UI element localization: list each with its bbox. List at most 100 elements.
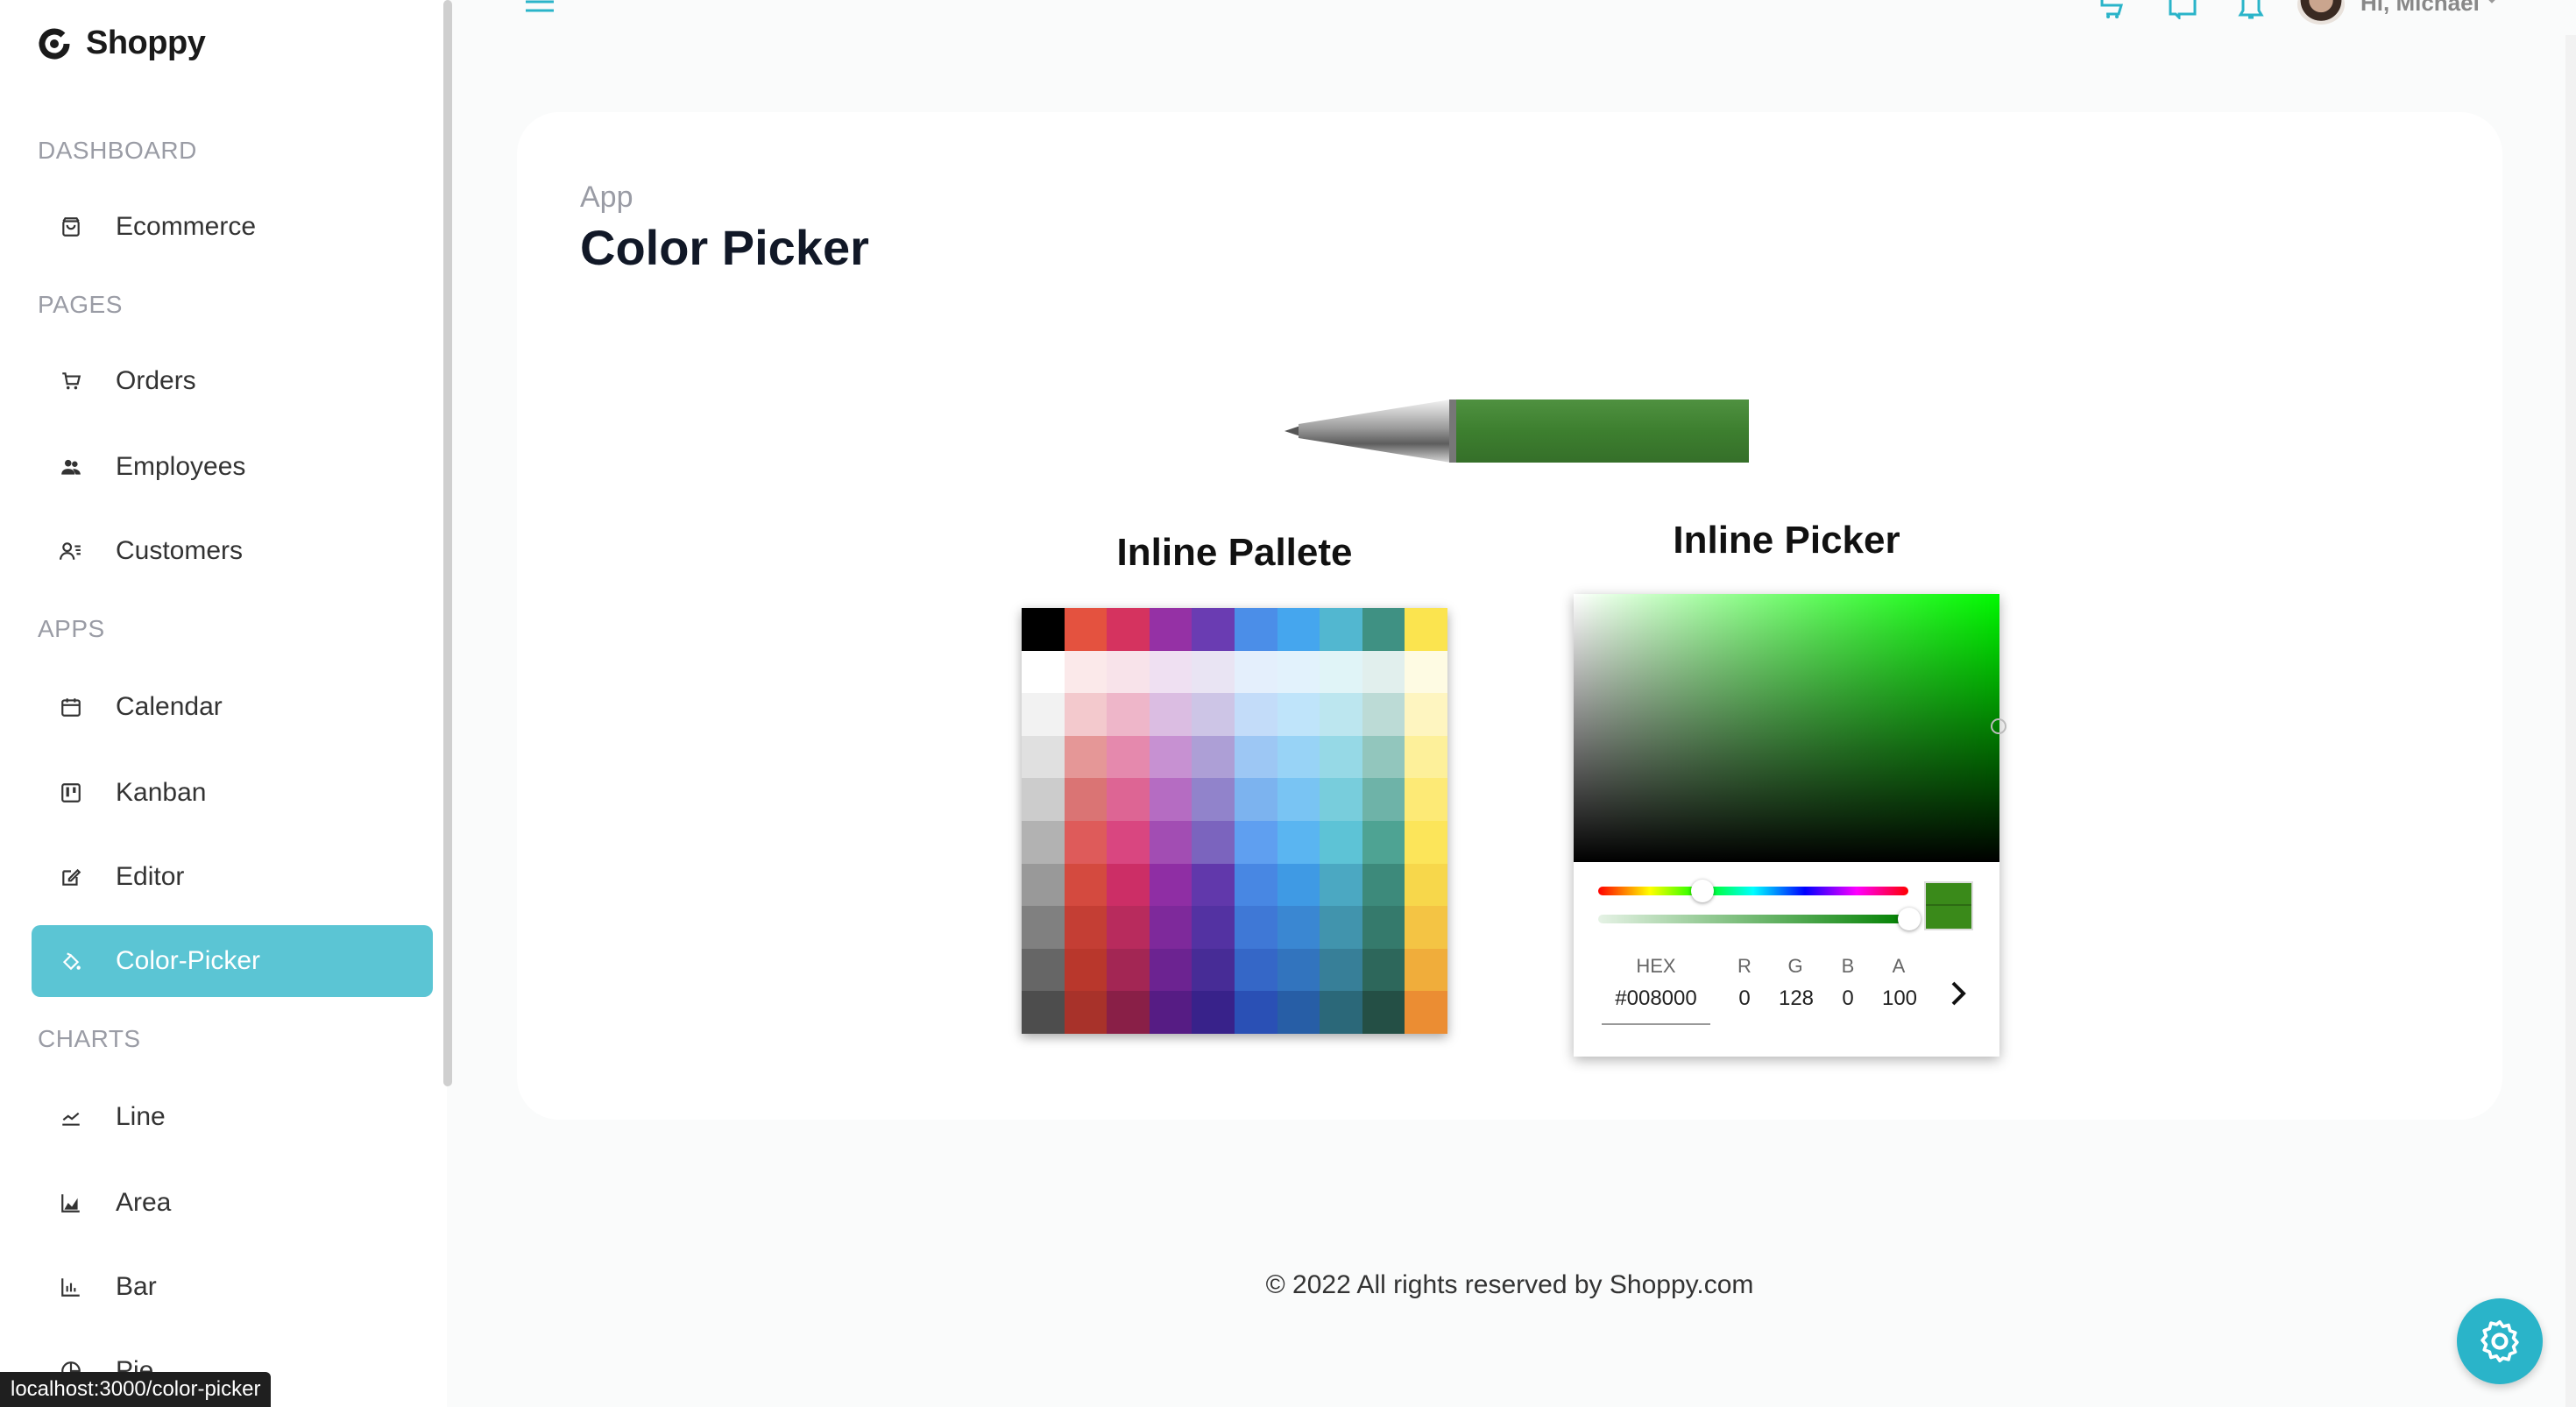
palette-swatch[interactable] bbox=[1405, 650, 1447, 694]
palette-swatch[interactable] bbox=[1192, 735, 1235, 779]
palette-swatch[interactable] bbox=[1022, 693, 1065, 736]
palette-swatch[interactable] bbox=[1362, 906, 1405, 949]
palette-swatch[interactable] bbox=[1320, 650, 1362, 694]
saturation-value-area[interactable] bbox=[1574, 594, 1999, 862]
palette-swatch[interactable] bbox=[1234, 863, 1277, 907]
palette-swatch[interactable] bbox=[1064, 778, 1108, 821]
palette-swatch[interactable] bbox=[1107, 693, 1150, 736]
palette-swatch[interactable] bbox=[1192, 863, 1235, 907]
palette-swatch[interactable] bbox=[1192, 991, 1235, 1034]
palette-swatch[interactable] bbox=[1192, 948, 1235, 992]
palette-swatch[interactable] bbox=[1064, 693, 1108, 736]
palette-swatch[interactable] bbox=[1277, 991, 1320, 1034]
chevron-right-icon[interactable] bbox=[1945, 976, 1971, 1011]
palette-swatch[interactable] bbox=[1022, 608, 1065, 651]
palette-swatch[interactable] bbox=[1107, 608, 1150, 651]
palette-swatch[interactable] bbox=[1192, 906, 1235, 949]
palette-swatch[interactable] bbox=[1277, 820, 1320, 864]
opacity-slider[interactable] bbox=[1598, 915, 1908, 923]
palette-swatch[interactable] bbox=[1234, 735, 1277, 779]
palette-swatch[interactable] bbox=[1107, 778, 1150, 821]
settings-button[interactable] bbox=[2457, 1298, 2543, 1384]
palette-swatch[interactable] bbox=[1234, 906, 1277, 949]
palette-swatch[interactable] bbox=[1362, 693, 1405, 736]
chat-icon[interactable] bbox=[2168, 0, 2197, 19]
palette-swatch[interactable] bbox=[1234, 820, 1277, 864]
palette-swatch[interactable] bbox=[1362, 735, 1405, 779]
palette-swatch[interactable] bbox=[1234, 650, 1277, 694]
palette-swatch[interactable] bbox=[1149, 991, 1192, 1034]
palette-swatch[interactable] bbox=[1149, 650, 1192, 694]
hue-slider-thumb[interactable] bbox=[1691, 880, 1714, 902]
palette-swatch[interactable] bbox=[1192, 650, 1235, 694]
palette-swatch[interactable] bbox=[1064, 650, 1108, 694]
sidebar-scrollbar[interactable] bbox=[443, 0, 452, 1086]
palette-swatch[interactable] bbox=[1022, 948, 1065, 992]
palette-swatch[interactable] bbox=[1107, 948, 1150, 992]
palette-swatch[interactable] bbox=[1107, 820, 1150, 864]
palette-swatch[interactable] bbox=[1362, 820, 1405, 864]
sidebar-item-orders[interactable]: Orders bbox=[32, 345, 433, 417]
palette-swatch[interactable] bbox=[1064, 906, 1108, 949]
palette-swatch[interactable] bbox=[1192, 778, 1235, 821]
palette-swatch[interactable] bbox=[1320, 608, 1362, 651]
palette-swatch[interactable] bbox=[1234, 608, 1277, 651]
palette-swatch[interactable] bbox=[1277, 650, 1320, 694]
palette-swatch[interactable] bbox=[1405, 991, 1447, 1034]
sidebar-item-ecommerce[interactable]: Ecommerce bbox=[32, 191, 433, 263]
palette-swatch[interactable] bbox=[1277, 906, 1320, 949]
palette-swatch[interactable] bbox=[1149, 735, 1192, 779]
palette-swatch[interactable] bbox=[1405, 693, 1447, 736]
color-palette[interactable] bbox=[1022, 608, 1447, 1034]
user-greeting[interactable]: Hi, Michael bbox=[2360, 0, 2480, 17]
palette-swatch[interactable] bbox=[1234, 778, 1277, 821]
palette-swatch[interactable] bbox=[1320, 820, 1362, 864]
palette-swatch[interactable] bbox=[1405, 735, 1447, 779]
palette-swatch[interactable] bbox=[1320, 906, 1362, 949]
palette-swatch[interactable] bbox=[1064, 948, 1108, 992]
palette-swatch[interactable] bbox=[1022, 820, 1065, 864]
palette-swatch[interactable] bbox=[1362, 778, 1405, 821]
hue-slider[interactable] bbox=[1598, 887, 1908, 895]
sidebar-item-calendar[interactable]: Calendar bbox=[32, 671, 433, 743]
chevron-down-icon[interactable] bbox=[2485, 0, 2499, 4]
palette-swatch[interactable] bbox=[1362, 650, 1405, 694]
palette-swatch[interactable] bbox=[1234, 948, 1277, 992]
sidebar-item-employees[interactable]: Employees bbox=[32, 431, 433, 503]
hex-input[interactable]: #008000 bbox=[1602, 986, 1710, 1011]
palette-swatch[interactable] bbox=[1320, 778, 1362, 821]
palette-swatch[interactable] bbox=[1107, 650, 1150, 694]
palette-swatch[interactable] bbox=[1234, 693, 1277, 736]
palette-swatch[interactable] bbox=[1405, 948, 1447, 992]
palette-swatch[interactable] bbox=[1107, 735, 1150, 779]
palette-swatch[interactable] bbox=[1022, 991, 1065, 1034]
palette-swatch[interactable] bbox=[1064, 991, 1108, 1034]
palette-swatch[interactable] bbox=[1320, 948, 1362, 992]
palette-swatch[interactable] bbox=[1064, 820, 1108, 864]
palette-swatch[interactable] bbox=[1320, 991, 1362, 1034]
palette-swatch[interactable] bbox=[1405, 820, 1447, 864]
sidebar-item-bar[interactable]: Bar bbox=[32, 1251, 433, 1323]
palette-swatch[interactable] bbox=[1405, 863, 1447, 907]
palette-swatch[interactable] bbox=[1107, 863, 1150, 907]
bell-icon[interactable] bbox=[2236, 0, 2266, 19]
palette-swatch[interactable] bbox=[1277, 778, 1320, 821]
menu-icon[interactable] bbox=[526, 0, 554, 12]
palette-swatch[interactable] bbox=[1064, 608, 1108, 651]
palette-swatch[interactable] bbox=[1277, 693, 1320, 736]
palette-swatch[interactable] bbox=[1064, 735, 1108, 779]
palette-swatch[interactable] bbox=[1405, 906, 1447, 949]
palette-swatch[interactable] bbox=[1362, 608, 1405, 651]
palette-swatch[interactable] bbox=[1022, 863, 1065, 907]
a-input[interactable]: 100 bbox=[1875, 986, 1924, 1011]
palette-swatch[interactable] bbox=[1277, 863, 1320, 907]
palette-swatch[interactable] bbox=[1107, 991, 1150, 1034]
sidebar-item-line[interactable]: Line bbox=[32, 1081, 433, 1153]
palette-swatch[interactable] bbox=[1107, 906, 1150, 949]
palette-swatch[interactable] bbox=[1022, 906, 1065, 949]
palette-swatch[interactable] bbox=[1362, 863, 1405, 907]
palette-swatch[interactable] bbox=[1022, 778, 1065, 821]
app-logo[interactable]: Shoppy bbox=[37, 25, 206, 62]
palette-swatch[interactable] bbox=[1192, 693, 1235, 736]
palette-swatch[interactable] bbox=[1362, 991, 1405, 1034]
